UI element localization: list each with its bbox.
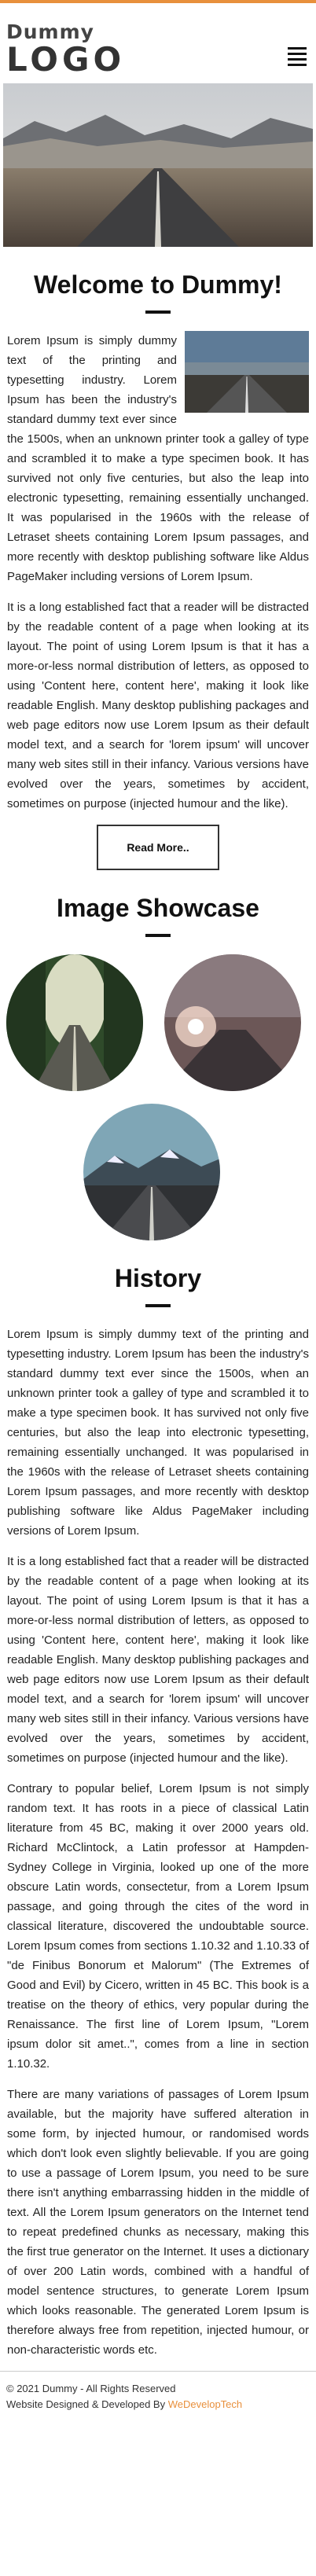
showcase-title: Image Showcase <box>57 894 259 922</box>
read-more-button[interactable]: Read More.. <box>97 825 219 870</box>
logo-bottom-text: LOGO <box>6 40 126 79</box>
showcase-forest-road-image[interactable] <box>6 954 143 1091</box>
footer-copyright: © 2021 Dummy - All Rights Reserved <box>6 2383 176 2394</box>
hamburger-menu-icon[interactable] <box>288 47 307 66</box>
site-logo[interactable]: Dummy LOGO <box>6 22 316 77</box>
showcase-title-underline <box>145 934 171 937</box>
history-content: Lorem Ipsum is simply dummy text of the … <box>0 1325 316 2360</box>
site-footer: © 2021 Dummy - All Rights Reserved Websi… <box>0 2371 316 2423</box>
welcome-road-thumbnail <box>185 331 309 413</box>
site-header: Dummy LOGO <box>0 3 316 83</box>
welcome-title-underline <box>145 311 171 314</box>
welcome-content: Lorem Ipsum is simply dummy text of the … <box>0 331 316 814</box>
welcome-paragraph-2: It is a long established fact that a rea… <box>7 601 309 810</box>
footer-credit-prefix: Website Designed & Developed By <box>6 2398 168 2410</box>
showcase-night-road-image[interactable] <box>164 954 301 1091</box>
history-paragraph-2: It is a long established fact that a rea… <box>7 1555 309 1765</box>
image-showcase-gallery <box>0 954 316 1240</box>
history-paragraph-4: There are many variations of passages of… <box>7 2088 309 2357</box>
showcase-mountain-road-image[interactable] <box>83 1104 220 1240</box>
history-paragraph-1: Lorem Ipsum is simply dummy text of the … <box>7 1328 309 1538</box>
footer-credit: Website Designed & Developed By WeDevelo… <box>6 2397 310 2412</box>
footer-credit-link[interactable]: WeDevelopTech <box>168 2398 242 2410</box>
history-paragraph-3: Contrary to popular belief, Lorem Ipsum … <box>7 1782 309 2071</box>
history-title-underline <box>145 1304 171 1307</box>
hero-road-image <box>3 83 313 247</box>
welcome-title: Welcome to Dummy! <box>34 270 282 299</box>
history-title: History <box>114 1264 202 1292</box>
